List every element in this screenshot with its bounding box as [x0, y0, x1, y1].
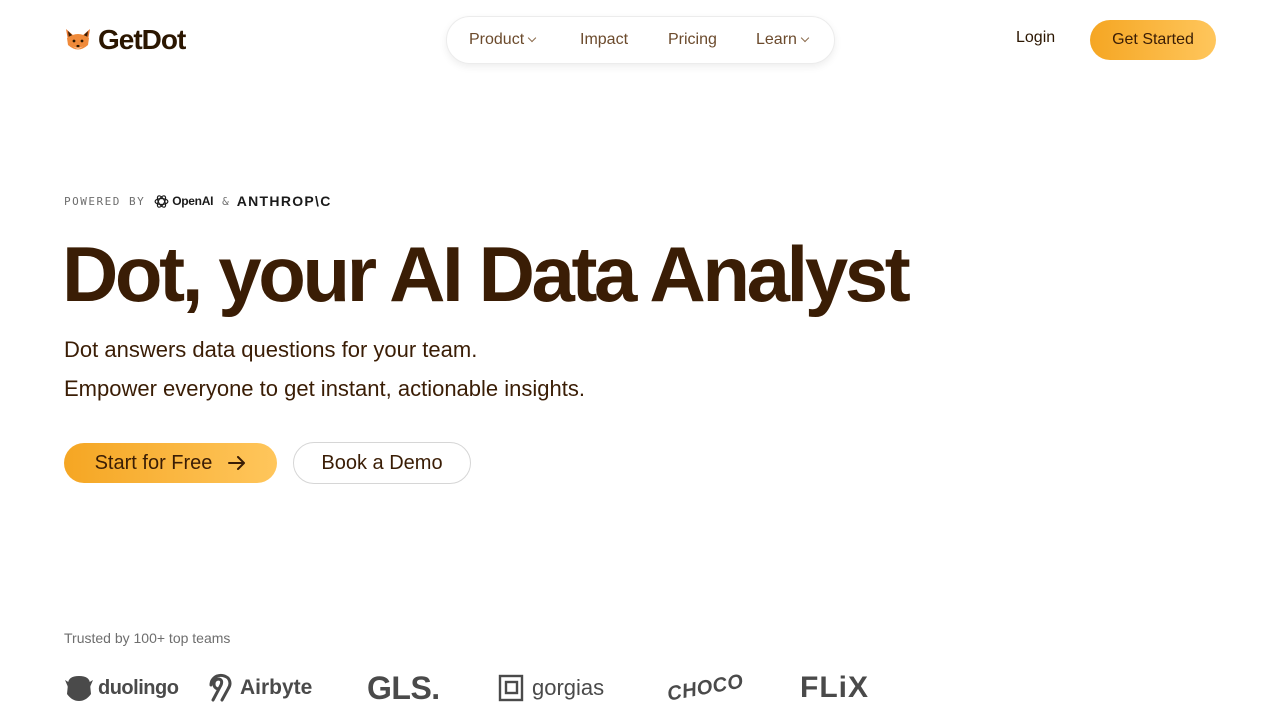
arrow-right-icon: [228, 456, 246, 470]
openai-wordmark: OpenAI: [172, 194, 214, 208]
fox-icon: [66, 29, 90, 50]
airbyte-mark-icon: [209, 673, 232, 702]
choco-logo: CHOCO: [665, 669, 746, 706]
start-for-free-label: Start for Free: [94, 451, 213, 474]
main-nav: Product Impact Pricing Learn: [446, 16, 835, 64]
anthropic-wordmark: ANTHROP\C: [236, 193, 332, 209]
chevron-down-icon: [800, 33, 810, 43]
trusted-label: Trusted by 100+ top teams: [64, 630, 231, 646]
nav-impact-label: Impact: [580, 31, 629, 48]
gls-wordmark: GLS.: [367, 669, 440, 706]
airbyte-logo: Airbyte: [208, 670, 312, 706]
nav-item-pricing[interactable]: Pricing: [668, 31, 756, 49]
nav-product-label: Product: [469, 31, 525, 48]
nav-item-product[interactable]: Product: [469, 31, 580, 49]
hero-subline-1: Dot answers data questions for your team…: [64, 337, 478, 362]
nav-item-learn[interactable]: Learn: [756, 31, 826, 49]
duolingo-logo: duolingo: [64, 670, 179, 706]
airbyte-wordmark: Airbyte: [240, 676, 313, 699]
get-started-button[interactable]: Get Started: [1090, 20, 1216, 60]
gorgias-mark-icon: [498, 674, 524, 702]
duolingo-wordmark: duolingo: [98, 676, 179, 699]
duolingo-owl-icon: [65, 676, 93, 701]
powered-by-label: POWERED BY: [64, 194, 146, 208]
chevron-down-icon: [527, 33, 537, 43]
powered-by-row: POWERED BY OpenAI & ANTHROP\C: [64, 192, 332, 210]
nav-pricing-label: Pricing: [668, 31, 717, 48]
flix-wordmark: FLiX: [800, 671, 869, 704]
hero-headline: Dot, your AI Data Analyst: [62, 230, 911, 318]
choco-wordmark: CHOCO: [665, 669, 746, 706]
customer-logos: duolingo Airbyte GLS. gorgias CHOCO FLiX: [64, 670, 944, 706]
gorgias-wordmark: gorgias: [532, 675, 605, 700]
gls-logo: GLS.: [367, 670, 440, 706]
getdot-logo[interactable]: GetDot: [64, 24, 186, 56]
openai-logo: OpenAI: [153, 193, 213, 210]
brand-name: GetDot: [98, 24, 186, 55]
login-link[interactable]: Login: [1016, 29, 1055, 47]
ampersand: &: [222, 194, 229, 208]
hero-subline-2: Empower everyone to get instant, actiona…: [64, 376, 585, 401]
book-a-demo-button[interactable]: Book a Demo: [293, 442, 471, 484]
nav-learn-label: Learn: [756, 31, 797, 48]
start-for-free-button[interactable]: Start for Free: [64, 443, 277, 483]
openai-icon: [154, 194, 169, 208]
nav-item-impact[interactable]: Impact: [580, 31, 668, 49]
gorgias-logo: gorgias: [498, 670, 604, 706]
flix-logo: FLiX: [800, 670, 869, 706]
